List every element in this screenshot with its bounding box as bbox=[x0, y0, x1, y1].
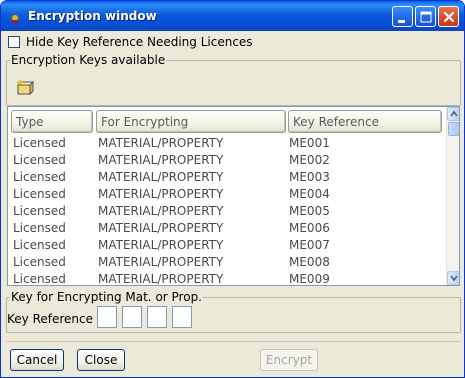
table-header: Type For Encrypting Key Reference bbox=[8, 107, 446, 137]
table-body: Licensed MATERIAL/PROPERTY ME001 Licensed M… bbox=[8, 135, 446, 286]
cancel-button[interactable]: Cancel bbox=[10, 349, 64, 371]
cell-for-encrypting: MATERIAL/PROPERTY bbox=[98, 170, 224, 184]
encryption-window: Encryption window Hide Key Reference Nee… bbox=[0, 0, 465, 378]
close-icon bbox=[443, 11, 455, 23]
table-row[interactable]: Licensed MATERIAL/PROPERTY ME004 bbox=[8, 186, 446, 203]
vertical-scrollbar[interactable] bbox=[446, 107, 459, 285]
table-row[interactable]: Licensed MATERIAL/PROPERTY ME003 bbox=[8, 169, 446, 186]
cell-type: Licensed bbox=[13, 153, 66, 167]
cell-type: Licensed bbox=[13, 136, 66, 150]
key-reference-field-1[interactable] bbox=[97, 306, 117, 328]
cell-key-reference: ME005 bbox=[289, 204, 330, 218]
maximize-icon bbox=[420, 11, 432, 23]
hide-key-reference-label: Hide Key Reference Needing Licences bbox=[26, 35, 253, 49]
cell-type: Licensed bbox=[13, 272, 66, 286]
button-bar-divider bbox=[6, 341, 461, 342]
cell-for-encrypting: MATERIAL/PROPERTY bbox=[98, 238, 224, 252]
cell-type: Licensed bbox=[13, 187, 66, 201]
table-row[interactable]: Licensed MATERIAL/PROPERTY ME006 bbox=[8, 220, 446, 237]
app-icon bbox=[9, 14, 21, 23]
cell-type: Licensed bbox=[13, 221, 66, 235]
hide-key-reference-checkbox[interactable] bbox=[8, 36, 20, 48]
key-reference-label: Key Reference bbox=[7, 312, 93, 326]
encryption-keys-legend: Encryption Keys available bbox=[10, 53, 167, 67]
chevron-up-icon bbox=[450, 110, 458, 117]
cell-key-reference: ME007 bbox=[289, 238, 330, 252]
scroll-down-button[interactable] bbox=[447, 271, 459, 285]
minimize-icon bbox=[398, 20, 405, 23]
cell-key-reference: ME009 bbox=[289, 272, 330, 286]
maximize-button[interactable] bbox=[415, 6, 436, 27]
column-header-for-encrypting[interactable]: For Encrypting bbox=[96, 110, 286, 133]
key-reference-field-4[interactable] bbox=[172, 306, 192, 328]
key-for-encrypting-legend: Key for Encrypting Mat. or Prop. bbox=[10, 290, 203, 304]
cell-type: Licensed bbox=[13, 255, 66, 269]
column-header-key-reference[interactable]: Key Reference bbox=[288, 110, 442, 133]
scroll-up-button[interactable] bbox=[447, 107, 459, 121]
cell-key-reference: ME006 bbox=[289, 221, 330, 235]
cell-for-encrypting: MATERIAL/PROPERTY bbox=[98, 153, 224, 167]
cell-for-encrypting: MATERIAL/PROPERTY bbox=[98, 255, 224, 269]
chevron-down-icon bbox=[450, 275, 458, 282]
cell-for-encrypting: MATERIAL/PROPERTY bbox=[98, 272, 224, 286]
cell-for-encrypting: MATERIAL/PROPERTY bbox=[98, 187, 224, 201]
cell-for-encrypting: MATERIAL/PROPERTY bbox=[98, 204, 224, 218]
table-row[interactable]: Licensed MATERIAL/PROPERTY ME009 bbox=[8, 271, 446, 286]
table-row[interactable]: Licensed MATERIAL/PROPERTY ME007 bbox=[8, 237, 446, 254]
key-reference-field-2[interactable] bbox=[122, 306, 142, 328]
cell-type: Licensed bbox=[13, 238, 66, 252]
cell-key-reference: ME004 bbox=[289, 187, 330, 201]
cell-key-reference: ME002 bbox=[289, 153, 330, 167]
cell-for-encrypting: MATERIAL/PROPERTY bbox=[98, 221, 224, 235]
cell-key-reference: ME003 bbox=[289, 170, 330, 184]
encrypt-button[interactable]: Encrypt bbox=[260, 349, 318, 371]
cell-key-reference: ME001 bbox=[289, 136, 330, 150]
encryption-keys-table[interactable]: Type For Encrypting Key Reference Licens… bbox=[7, 106, 460, 286]
column-header-type[interactable]: Type bbox=[11, 110, 93, 133]
cell-key-reference: ME008 bbox=[289, 255, 330, 269]
minimize-button[interactable] bbox=[392, 6, 413, 27]
key-reference-field-3[interactable] bbox=[147, 306, 167, 328]
encryption-keys-group: Encryption Keys available bbox=[6, 53, 461, 106]
table-row[interactable]: Licensed MATERIAL/PROPERTY ME002 bbox=[8, 152, 446, 169]
table-row[interactable]: Licensed MATERIAL/PROPERTY ME005 bbox=[8, 203, 446, 220]
close-window-button[interactable] bbox=[438, 6, 459, 27]
cell-type: Licensed bbox=[13, 204, 66, 218]
cell-type: Licensed bbox=[13, 170, 66, 184]
title-bar[interactable]: Encryption window bbox=[1, 1, 464, 31]
cell-for-encrypting: MATERIAL/PROPERTY bbox=[98, 136, 224, 150]
table-row[interactable]: Licensed MATERIAL/PROPERTY ME001 bbox=[8, 135, 446, 152]
new-key-icon[interactable] bbox=[16, 79, 36, 97]
table-row[interactable]: Licensed MATERIAL/PROPERTY ME008 bbox=[8, 254, 446, 271]
scroll-thumb[interactable] bbox=[448, 122, 459, 136]
window-title: Encryption window bbox=[28, 9, 157, 23]
close-button[interactable]: Close bbox=[77, 349, 125, 371]
